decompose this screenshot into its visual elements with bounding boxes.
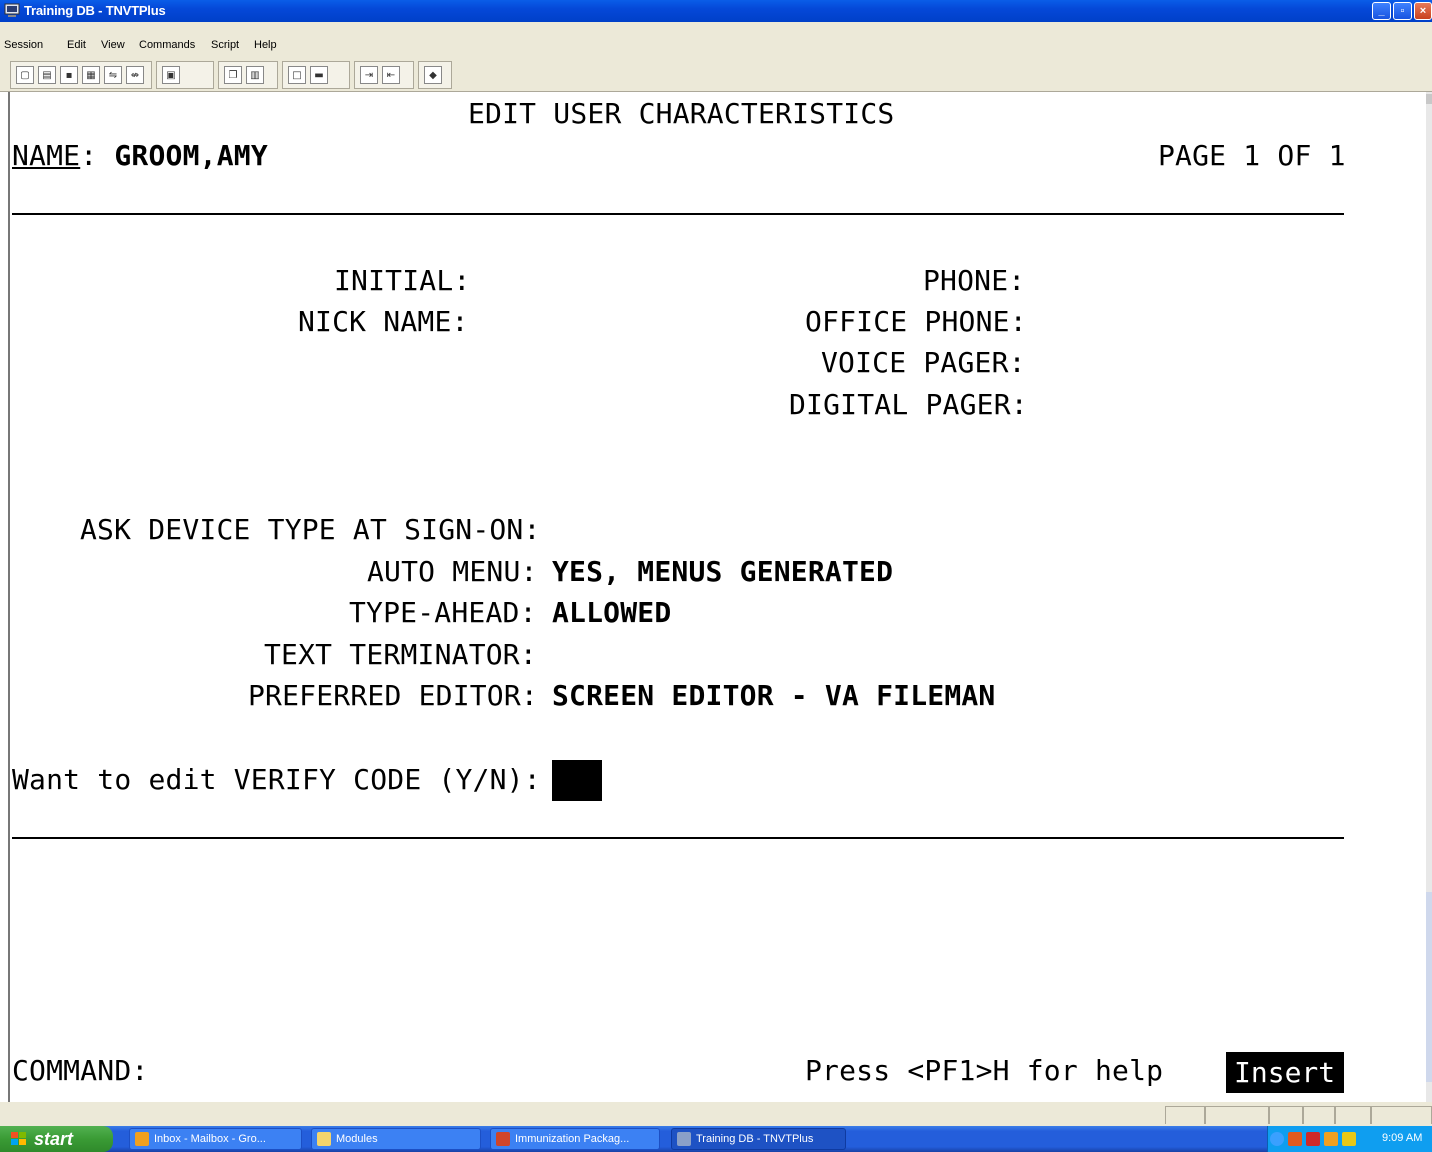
taskbar: start Inbox - Mailbox - Gro... Modules I… <box>0 1126 1432 1152</box>
menu-help[interactable]: Help <box>254 39 277 51</box>
toolbar-group-view: □ ▬ <box>282 61 350 89</box>
windows-flag-icon <box>11 1132 26 1145</box>
toolbar-group-transfer: ⇥ ⇤ <box>354 61 414 89</box>
powerpoint-icon <box>496 1132 510 1146</box>
setting-ask-device-type-label[interactable]: ASK DEVICE TYPE AT SIGN-ON: <box>80 514 541 546</box>
vertical-scrollbar[interactable] <box>1426 92 1432 1102</box>
toolbar: ▢ ▤ ▪ ▦ ⇋ ⇎ ▣ ❐ ▥ □ ▬ ⇥ ⇤ ◆ <box>0 59 1432 92</box>
status-cell <box>1371 1106 1432 1124</box>
send-file-icon[interactable]: ⇥ <box>360 66 378 84</box>
print-icon[interactable]: ▣ <box>162 66 180 84</box>
task-label: Inbox - Mailbox - Gro... <box>154 1133 266 1145</box>
setting-type-ahead-value[interactable]: ALLOWED <box>552 597 671 629</box>
outlook-icon <box>135 1132 149 1146</box>
window-title: Training DB - TNVTPlus <box>24 3 166 18</box>
keyboard-icon[interactable]: ▬ <box>310 66 328 84</box>
new-session-icon[interactable]: ▢ <box>16 66 34 84</box>
page-indicator: PAGE 1 OF 1 <box>1158 139 1346 172</box>
field-phone-label[interactable]: PHONE: <box>923 265 1025 297</box>
clock: 9:09 AM <box>1382 1132 1423 1144</box>
status-cell <box>1165 1106 1205 1124</box>
status-cell <box>1205 1106 1269 1124</box>
top-divider <box>12 213 1344 215</box>
status-cell <box>1303 1106 1335 1124</box>
disconnect-icon[interactable]: ⇎ <box>126 66 144 84</box>
task-label: Immunization Packag... <box>515 1133 630 1145</box>
copy-icon[interactable]: ❐ <box>224 66 242 84</box>
name-label[interactable]: NAME <box>12 139 80 172</box>
name-colon: : <box>80 139 98 172</box>
scroll-thumb[interactable] <box>1426 892 1432 1082</box>
toolbar-group-print: ▣ <box>156 61 214 89</box>
paste-icon[interactable]: ▥ <box>246 66 264 84</box>
connect-icon[interactable]: ⇋ <box>104 66 122 84</box>
status-cell <box>1269 1106 1303 1124</box>
help-hint: Press <PF1>H for help <box>805 1054 1164 1087</box>
scroll-up-arrow-icon[interactable] <box>1426 94 1432 104</box>
toolbar-group-file: ▢ ▤ ▪ ▦ ⇋ ⇎ <box>10 61 152 89</box>
tray-expand-icon[interactable] <box>1270 1132 1284 1146</box>
screen-icon[interactable]: □ <box>288 66 306 84</box>
setting-auto-menu-label[interactable]: AUTO MENU: <box>367 556 538 588</box>
menu-commands[interactable]: Commands <box>139 39 195 51</box>
menu-view[interactable]: View <box>101 39 125 51</box>
terminal-icon <box>677 1132 691 1146</box>
tray-security-icon[interactable] <box>1342 1132 1356 1146</box>
menu-bar: Session Edit View Commands Script Help <box>0 22 1432 59</box>
folder-icon <box>317 1132 331 1146</box>
terminal-app-icon <box>4 3 20 17</box>
command-label[interactable]: COMMAND: <box>12 1055 148 1087</box>
receive-file-icon[interactable]: ⇤ <box>382 66 400 84</box>
field-nick-name-label[interactable]: NICK NAME: <box>298 306 469 338</box>
save-icon[interactable]: ▪ <box>60 66 78 84</box>
toolbar-group-help: ◆ <box>418 61 452 89</box>
field-voice-pager-label[interactable]: VOICE PAGER: <box>821 347 1026 379</box>
menu-session[interactable]: Session <box>4 39 43 51</box>
setting-preferred-editor-value[interactable]: SCREEN EDITOR - VA FILEMAN <box>552 680 996 712</box>
name-value: GROOM,AMY <box>114 139 268 172</box>
open-icon[interactable]: ▤ <box>38 66 56 84</box>
field-initial-label[interactable]: INITIAL: <box>334 265 470 297</box>
setting-type-ahead-label[interactable]: TYPE-AHEAD: <box>349 597 537 629</box>
input-cursor[interactable] <box>552 760 602 801</box>
start-button[interactable]: start <box>0 1126 113 1152</box>
task-modules[interactable]: Modules <box>311 1128 481 1150</box>
help-book-icon[interactable]: ◆ <box>424 66 442 84</box>
insert-mode-indicator: Insert <box>1226 1052 1344 1093</box>
name-row: NAME: GROOM,AMY <box>12 140 268 172</box>
menu-script[interactable]: Script <box>211 39 239 51</box>
tray-app-icon[interactable] <box>1288 1132 1302 1146</box>
terminal-screen[interactable]: EDIT USER CHARACTERISTICS NAME: GROOM,AM… <box>8 92 1426 1102</box>
screen-heading: EDIT USER CHARACTERISTICS <box>468 97 895 130</box>
menu-edit[interactable]: Edit <box>67 39 86 51</box>
verify-code-prompt: Want to edit VERIFY CODE (Y/N): <box>12 763 541 796</box>
properties-icon[interactable]: ▦ <box>82 66 100 84</box>
field-office-phone-label[interactable]: OFFICE PHONE: <box>805 306 1027 338</box>
field-digital-pager-label[interactable]: DIGITAL PAGER: <box>789 389 1028 421</box>
start-label: start <box>34 1129 74 1149</box>
tray-acrobat-icon[interactable] <box>1306 1132 1320 1146</box>
task-inbox[interactable]: Inbox - Mailbox - Gro... <box>129 1128 302 1150</box>
tray-outlook-icon[interactable] <box>1324 1132 1338 1146</box>
task-training-db[interactable]: Training DB - TNVTPlus <box>671 1128 846 1150</box>
close-button[interactable]: × <box>1414 2 1432 20</box>
system-tray: 9:09 AM <box>1267 1126 1432 1152</box>
status-bar <box>0 1102 1432 1126</box>
status-cell <box>1335 1106 1371 1124</box>
task-label: Training DB - TNVTPlus <box>696 1133 814 1145</box>
window-title-bar[interactable]: Training DB - TNVTPlus _ ▫ × <box>0 0 1432 22</box>
toolbar-group-clipboard: ❐ ▥ <box>218 61 278 89</box>
task-immunization[interactable]: Immunization Packag... <box>490 1128 660 1150</box>
maximize-button[interactable]: ▫ <box>1393 2 1412 20</box>
setting-auto-menu-value[interactable]: YES, MENUS GENERATED <box>552 556 893 588</box>
setting-preferred-editor-label[interactable]: PREFERRED EDITOR: <box>248 680 538 712</box>
bottom-divider <box>12 837 1344 839</box>
setting-text-terminator-label[interactable]: TEXT TERMINATOR: <box>264 639 537 671</box>
task-label: Modules <box>336 1133 378 1145</box>
minimize-button[interactable]: _ <box>1372 2 1391 20</box>
